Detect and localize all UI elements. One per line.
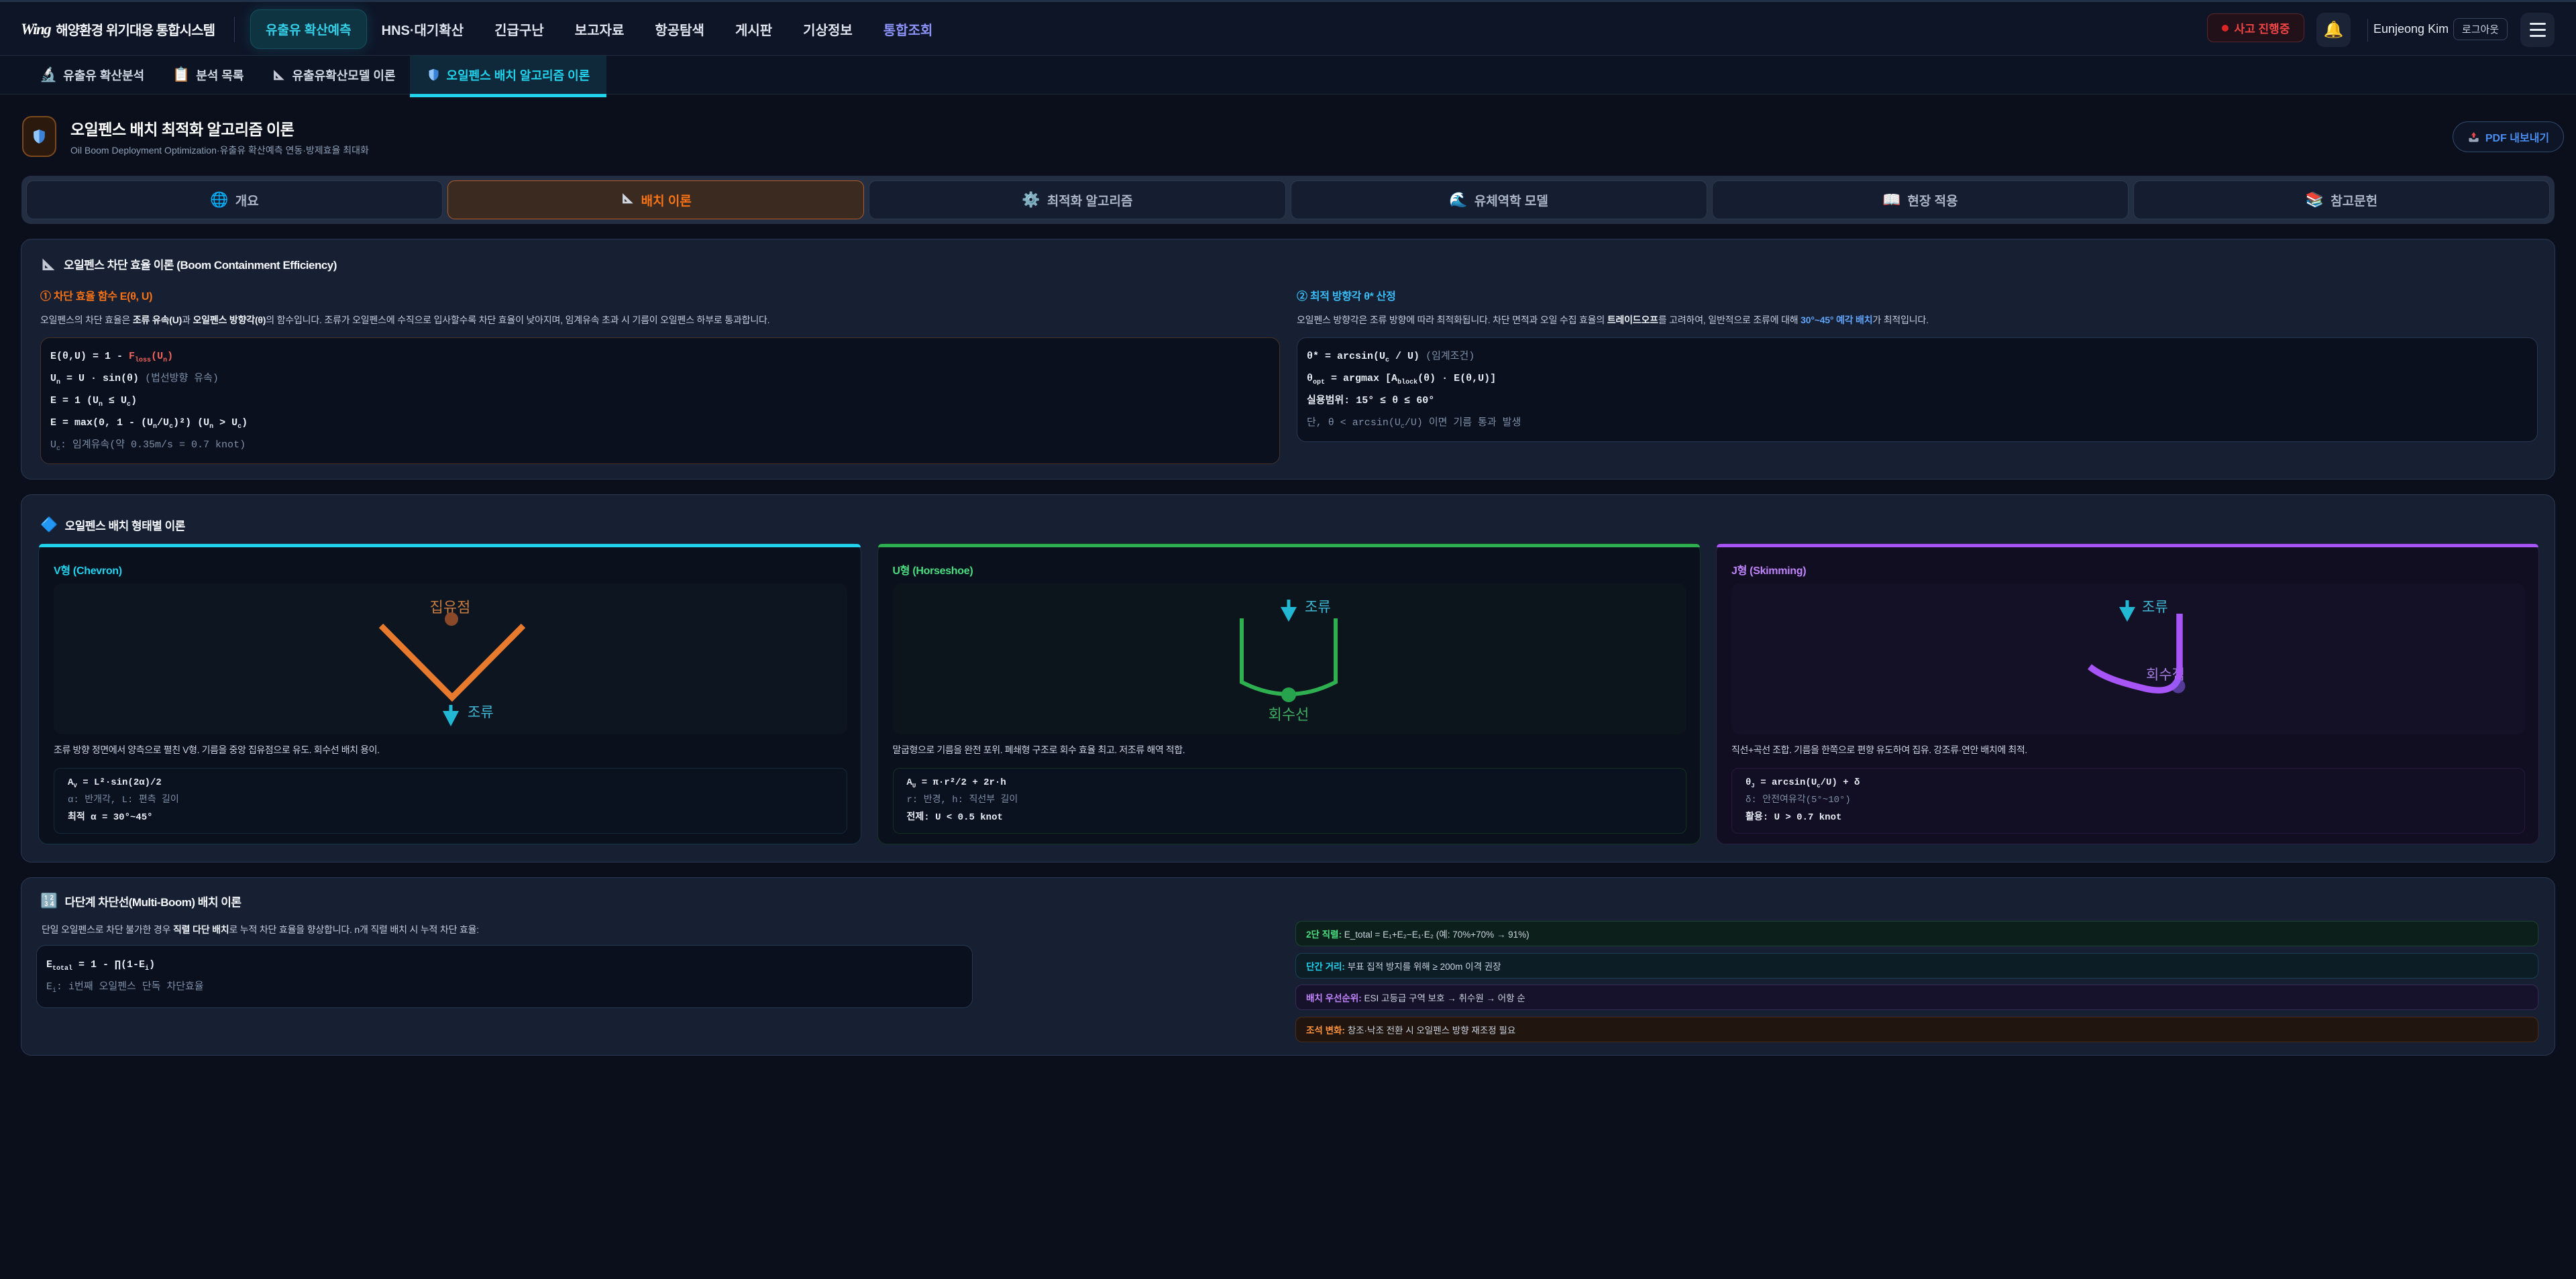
svg-text:조류: 조류 [1305, 600, 1331, 615]
svg-text:조류: 조류 [2142, 600, 2168, 615]
svg-text:조류: 조류 [468, 705, 494, 720]
svg-text:회수선: 회수선 [1268, 706, 1309, 723]
